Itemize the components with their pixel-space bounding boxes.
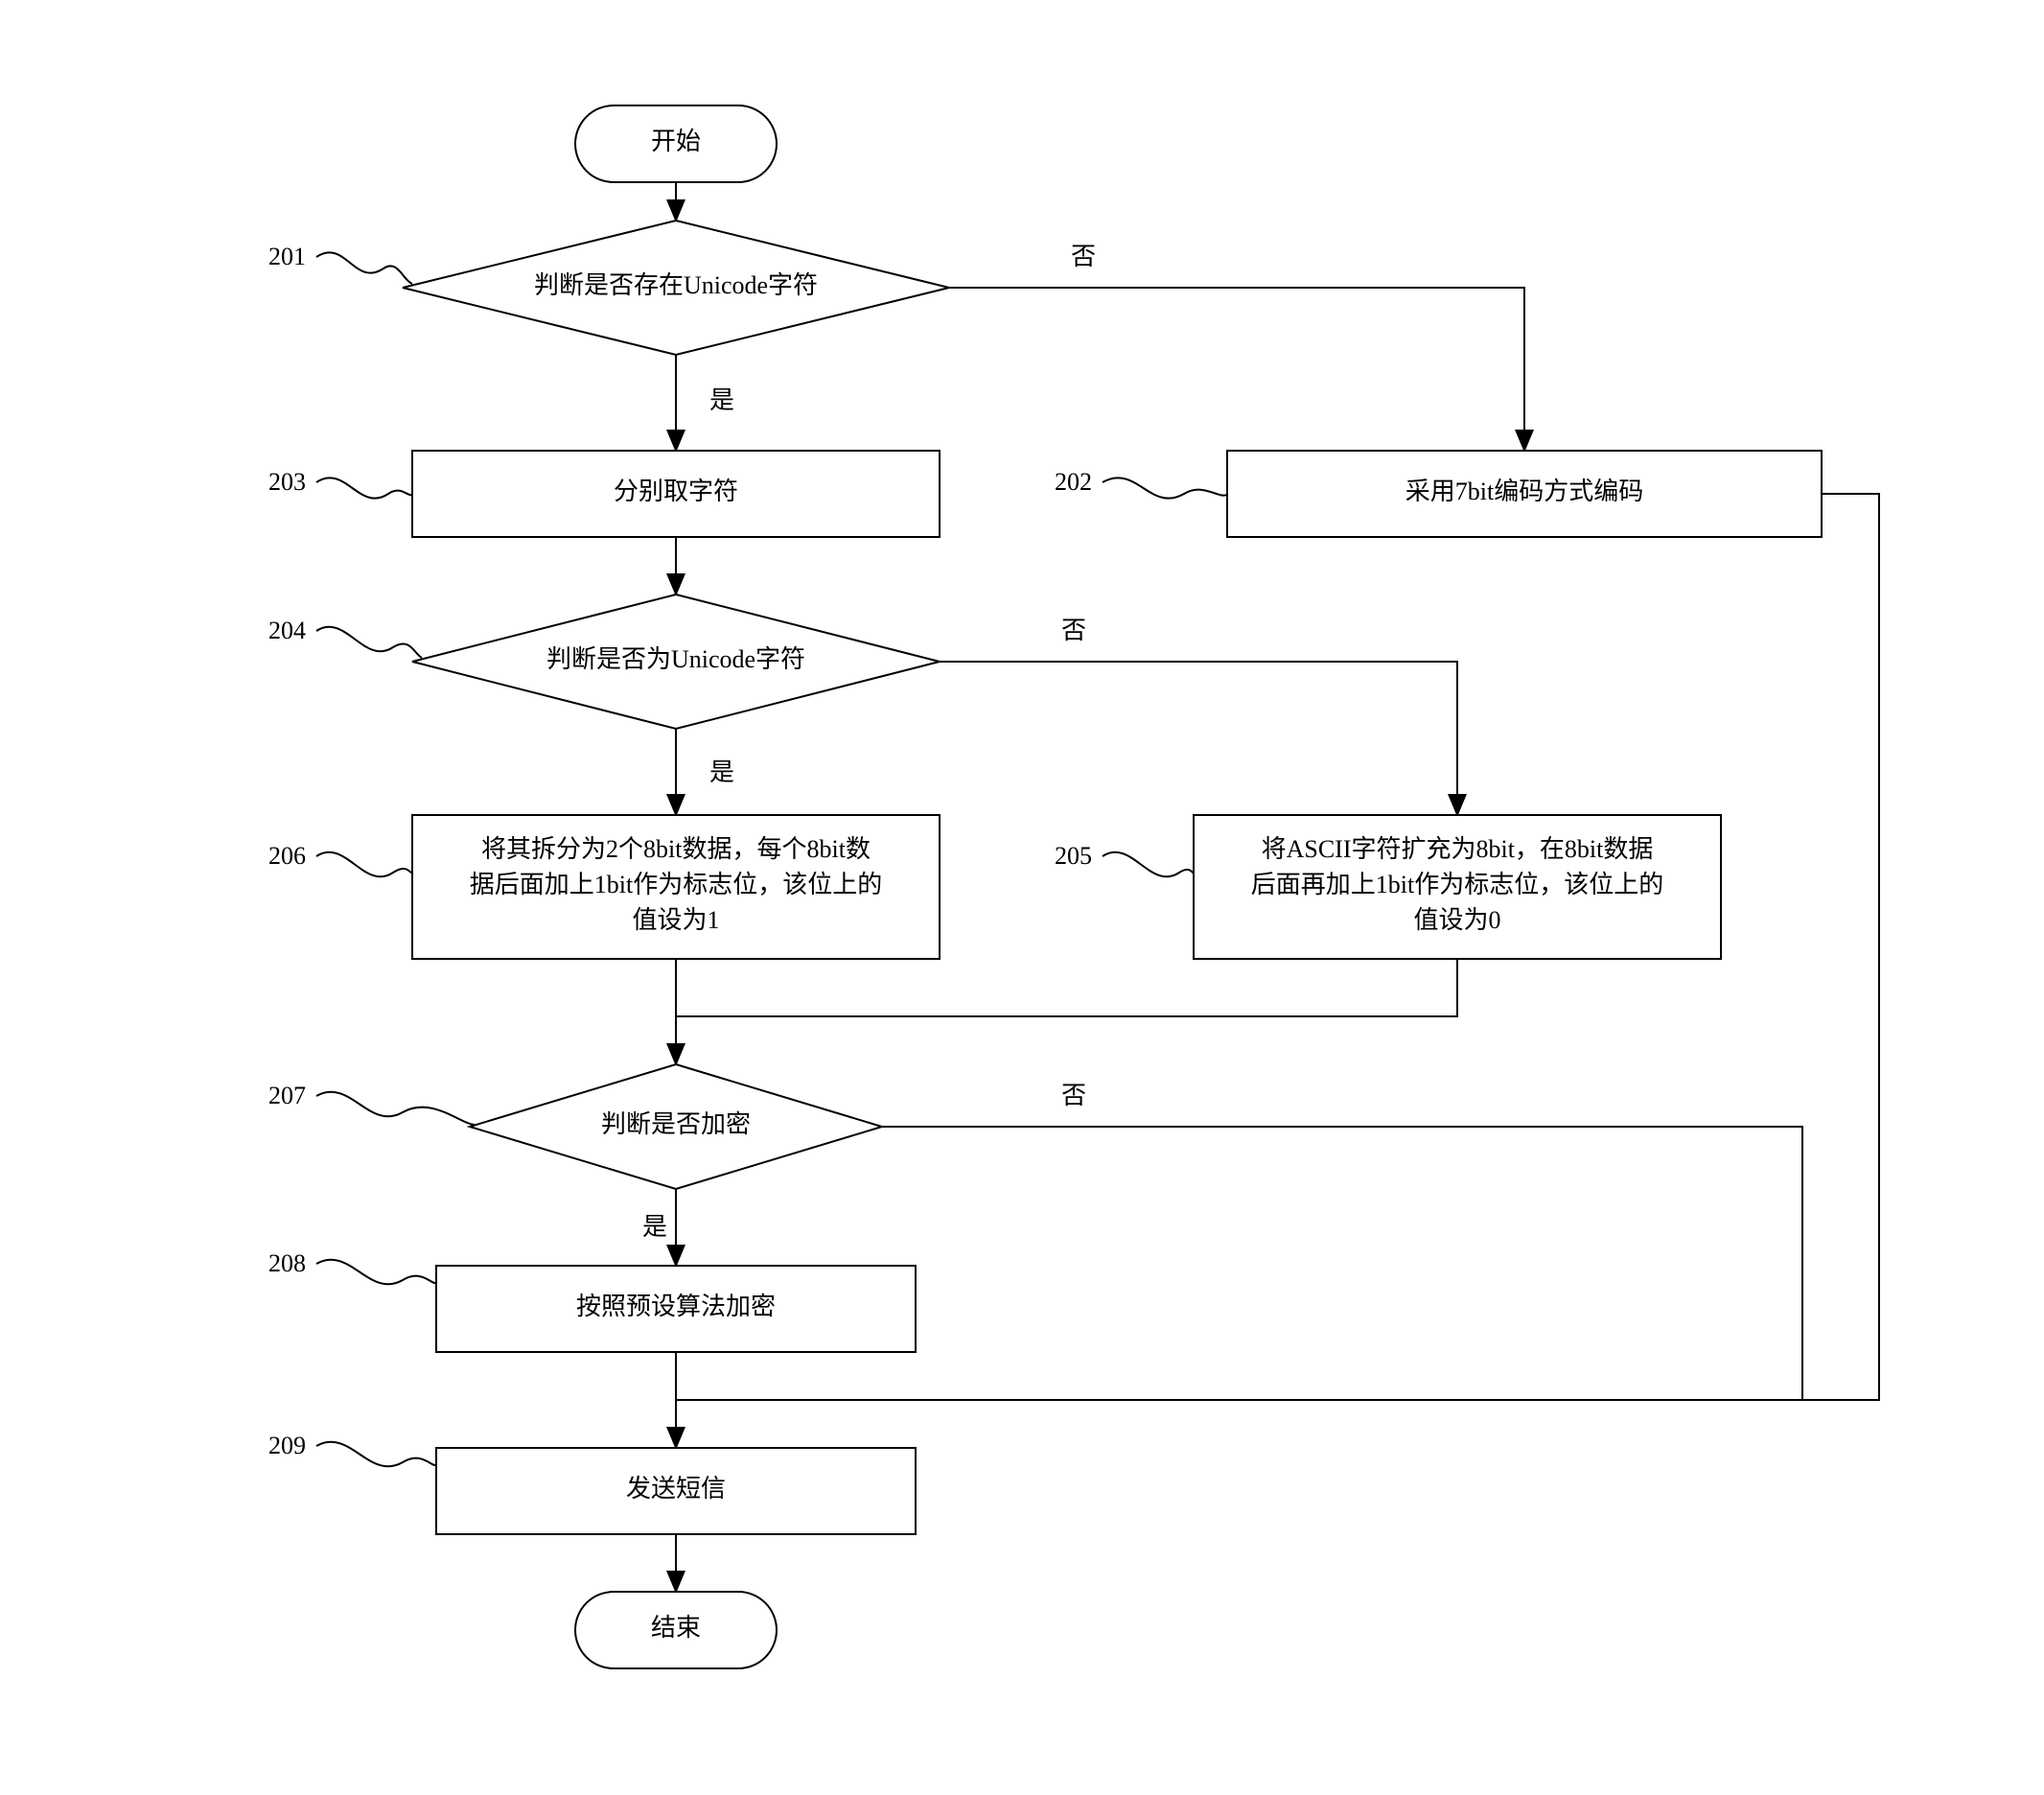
- decision-unicode-exist-label: 判断是否存在Unicode字符: [534, 271, 818, 299]
- leader-202: [1103, 478, 1227, 498]
- p205-line1: 将ASCII字符扩充为8bit，在8bit数据: [1262, 835, 1654, 863]
- edge-d1-no: [949, 288, 1524, 451]
- p206-line2: 据后面加上1bit作为标志位，该位上的: [470, 871, 882, 898]
- process-encrypt-label: 按照预设算法加密: [576, 1293, 776, 1320]
- step-number-206: 206: [268, 842, 306, 870]
- leader-206: [316, 852, 412, 877]
- p205-line3: 值设为0: [1413, 906, 1500, 934]
- step-number-208: 208: [268, 1249, 306, 1277]
- step-number-207: 207: [268, 1082, 306, 1109]
- step-number-202: 202: [1055, 468, 1092, 496]
- d1-no-label: 否: [1071, 243, 1096, 270]
- end-label: 结束: [651, 1614, 701, 1642]
- step-number-209: 209: [268, 1432, 306, 1459]
- d2-no-label: 否: [1061, 617, 1086, 644]
- p206-line1: 将其拆分为2个8bit数据，每个8bit数: [481, 835, 871, 863]
- decision-encrypt-label: 判断是否加密: [601, 1110, 751, 1138]
- process-get-chars-label: 分别取字符: [614, 478, 738, 505]
- decision-is-unicode-label: 判断是否为Unicode字符: [546, 645, 805, 673]
- p205-line2: 后面再加上1bit作为标志位，该位上的: [1251, 871, 1663, 898]
- edge-205-join: [676, 959, 1457, 1016]
- leader-203: [316, 478, 412, 498]
- leader-204: [316, 627, 422, 658]
- leader-205: [1103, 852, 1194, 877]
- edge-d3-no: [676, 1127, 1802, 1400]
- leader-207: [316, 1092, 475, 1125]
- process-send-sms-label: 发送短信: [626, 1475, 726, 1503]
- leader-208: [316, 1260, 436, 1285]
- d1-yes-label: 是: [709, 386, 734, 414]
- p206-line3: 值设为1: [632, 906, 719, 934]
- leader-209: [316, 1442, 436, 1467]
- leader-201: [316, 252, 412, 284]
- d3-no-label: 否: [1061, 1082, 1086, 1109]
- d2-yes-label: 是: [709, 758, 734, 786]
- flowchart-canvas: 开始 判断是否存在Unicode字符 201 否 是 分别取字符 203 采用7…: [0, 0, 2044, 1795]
- step-number-201: 201: [268, 243, 306, 270]
- process-7bit-encode-label: 采用7bit编码方式编码: [1405, 478, 1643, 505]
- step-number-205: 205: [1055, 842, 1092, 870]
- step-number-204: 204: [268, 617, 306, 644]
- d3-yes-label: 是: [642, 1213, 667, 1241]
- edge-d2-no: [940, 662, 1457, 815]
- edge-202-join: [1802, 494, 1879, 1400]
- step-number-203: 203: [268, 468, 306, 496]
- start-label: 开始: [651, 128, 701, 155]
